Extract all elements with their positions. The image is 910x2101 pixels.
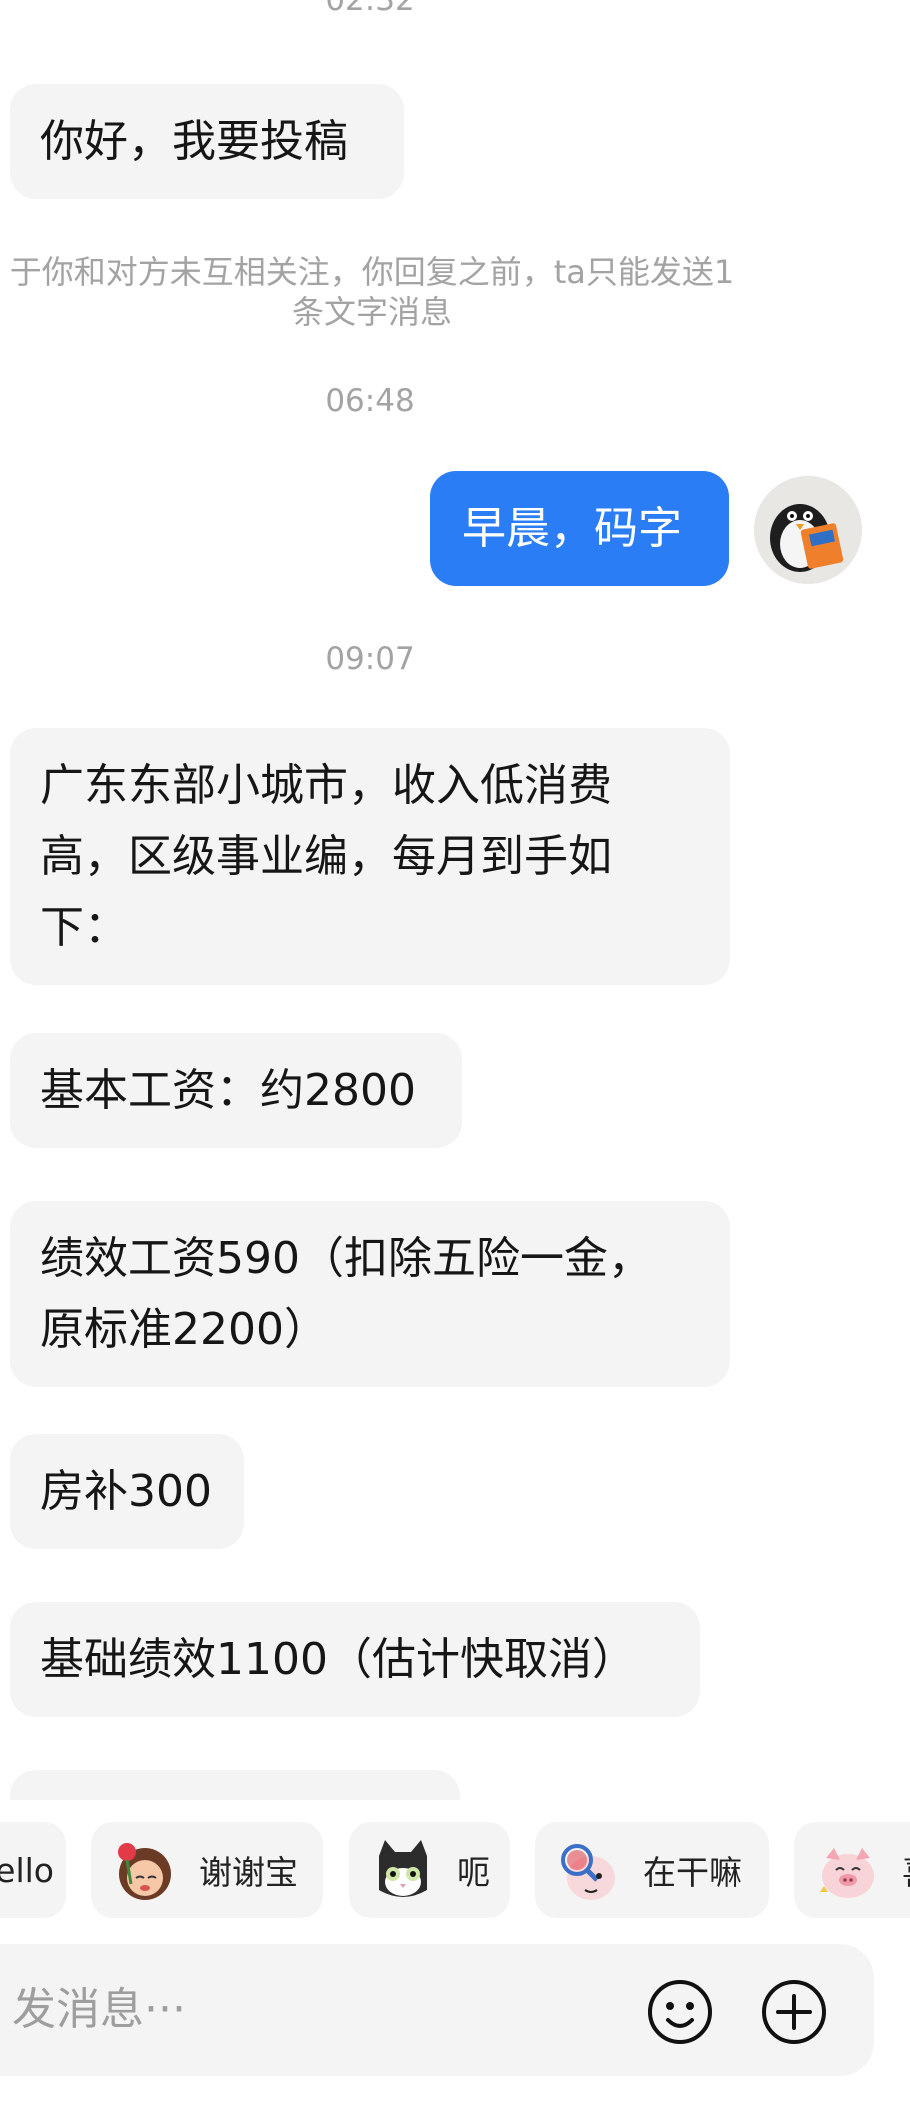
quick-reply-chip-er[interactable]: 呃 — [349, 1822, 510, 1918]
follow-notice: 于你和对方未互相关注，你回复之前，ta只能发送1 条文字消息 — [0, 252, 752, 332]
quick-reply-chip-whatsup[interactable]: 在干嘛 — [535, 1822, 769, 1918]
received-message-bubble[interactable]: 绩效工资590（扣除五险一金， 原标准2200） — [10, 1201, 730, 1387]
message-input-placeholder[interactable]: 发消息··· — [12, 1982, 186, 2038]
avatar[interactable] — [754, 476, 862, 584]
quick-reply-chip-thanks[interactable]: 谢谢宝 — [91, 1822, 323, 1918]
message-input-bar[interactable]: 发消息··· — [0, 1944, 874, 2076]
girl-with-flower-sticker-icon — [118, 1843, 171, 1900]
follow-notice-line1: 于你和对方未互相关注，你回复之前，ta只能发送1 — [9, 253, 735, 291]
penguin-reading-book-avatar-icon — [754, 476, 862, 584]
received-message-bubble[interactable]: 基本工资：约2800 — [10, 1033, 462, 1148]
quick-reply-chip-hello[interactable]: ello — [0, 1822, 66, 1918]
chat-screen: 02:32 你好，我要投稿 于你和对方未互相关注，你回复之前，ta只能发送1 条… — [0, 0, 910, 2101]
received-message-bubble[interactable]: 你好，我要投稿 — [10, 84, 404, 199]
quick-reply-label: 在干嘛 — [643, 1853, 742, 1892]
received-message-bubble[interactable]: 房补300 — [10, 1434, 244, 1549]
quick-reply-strip: ello 谢谢宝 呃 在干嘛 — [0, 1822, 910, 1922]
quick-reply-label: ello — [0, 1850, 54, 1890]
sent-message-bubble[interactable]: 早晨，码字 — [430, 471, 729, 586]
message-text: 早晨，码字 — [462, 503, 682, 554]
message-text: 你好，我要投稿 — [40, 116, 348, 167]
message-line: 高，区级事业编，每月到手如 — [40, 831, 612, 882]
message-text: 基础绩效1100（估计快取消） — [40, 1634, 636, 1685]
message-line: 原标准2200） — [40, 1304, 328, 1355]
magnifier-sticker-icon — [561, 1844, 615, 1900]
plus-circle-icon[interactable] — [760, 1978, 828, 2046]
message-line: 绩效工资590（扣除五险一金， — [40, 1233, 652, 1284]
timestamp: 06:48 — [325, 383, 415, 419]
message-text: 基本工资：约2800 — [40, 1065, 416, 1116]
smiley-icon[interactable] — [646, 1978, 714, 2046]
message-text: 房补300 — [40, 1466, 212, 1517]
message-line: 下： — [40, 902, 128, 953]
quick-reply-label: 喜 — [902, 1846, 910, 1894]
follow-notice-line2: 条文字消息 — [291, 293, 452, 331]
cat-sticker-icon — [379, 1840, 427, 1897]
quick-reply-label: 呃 — [457, 1853, 490, 1892]
received-message-bubble[interactable]: 基础绩效1100（估计快取消） — [10, 1602, 700, 1717]
timestamp: 09:07 — [325, 641, 415, 677]
quick-reply-chip-happy[interactable]: 喜 — [794, 1822, 910, 1918]
quick-reply-label: 谢谢宝 — [199, 1853, 298, 1892]
received-message-bubble[interactable]: 广东东部小城市，收入低消费 高，区级事业编，每月到手如 下： — [10, 728, 730, 985]
message-line: 广东东部小城市，收入低消费 — [40, 760, 612, 811]
pig-sticker-icon — [820, 1848, 874, 1898]
timestamp: 02:32 — [325, 0, 415, 18]
